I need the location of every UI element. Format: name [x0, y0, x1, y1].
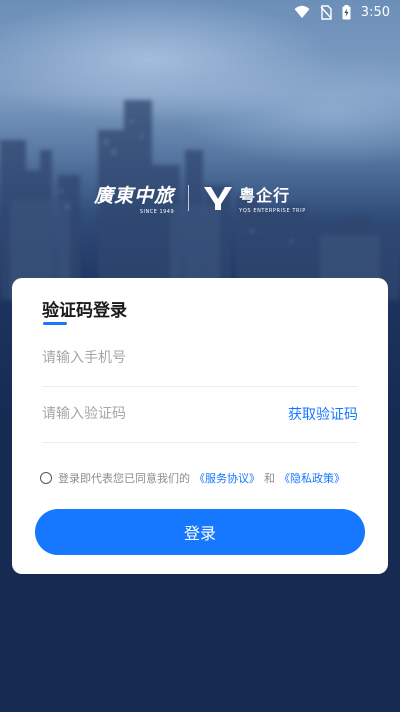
- privacy-policy-link[interactable]: 《隐私政策》: [279, 470, 345, 486]
- title-underline: [43, 322, 67, 325]
- gdctravel-logo: 廣東中旅 SINCE 1949: [94, 181, 174, 215]
- phone-field: [42, 330, 358, 387]
- page-title: 验证码登录: [42, 301, 127, 321]
- login-card: 验证码登录 获取验证码 登录即代表您已同意我们的 《服务协议》 和 《隐私政策》…: [12, 278, 388, 574]
- y-logo-icon: [204, 187, 233, 210]
- brand-right-tagline: YQS ENTERPRISE TRIP: [239, 208, 306, 214]
- wifi-icon: [294, 5, 310, 18]
- verification-code-input[interactable]: [42, 406, 242, 422]
- agreement-row: 登录即代表您已同意我们的 《服务协议》 和 《隐私政策》: [40, 470, 345, 486]
- service-agreement-link[interactable]: 《服务协议》: [194, 470, 260, 486]
- code-field: 获取验证码: [42, 386, 358, 443]
- brand-left-since: SINCE 1949: [139, 209, 175, 215]
- battery-charging-icon: [342, 4, 351, 19]
- brand-divider: [188, 185, 190, 211]
- agreement-prefix: 登录即代表您已同意我们的: [58, 472, 190, 485]
- brand-logos: 廣東中旅 SINCE 1949 粤企行 YQS ENTERPRISE TRIP: [0, 176, 400, 220]
- get-code-button[interactable]: 获取验证码: [288, 404, 358, 424]
- status-time: 3:50: [360, 4, 390, 20]
- status-bar: 3:50: [0, 0, 400, 24]
- brand-left-name: 廣東中旅: [94, 185, 175, 207]
- no-sim-icon: [320, 4, 332, 20]
- agreement-checkbox[interactable]: [40, 472, 52, 484]
- agreement-and: 和: [264, 472, 275, 485]
- yueqixing-logo: 粤企行 YQS ENTERPRISE TRIP: [203, 182, 306, 214]
- brand-right-name: 粤企行: [239, 186, 291, 205]
- login-button[interactable]: 登录: [35, 509, 365, 555]
- phone-input[interactable]: [42, 350, 242, 366]
